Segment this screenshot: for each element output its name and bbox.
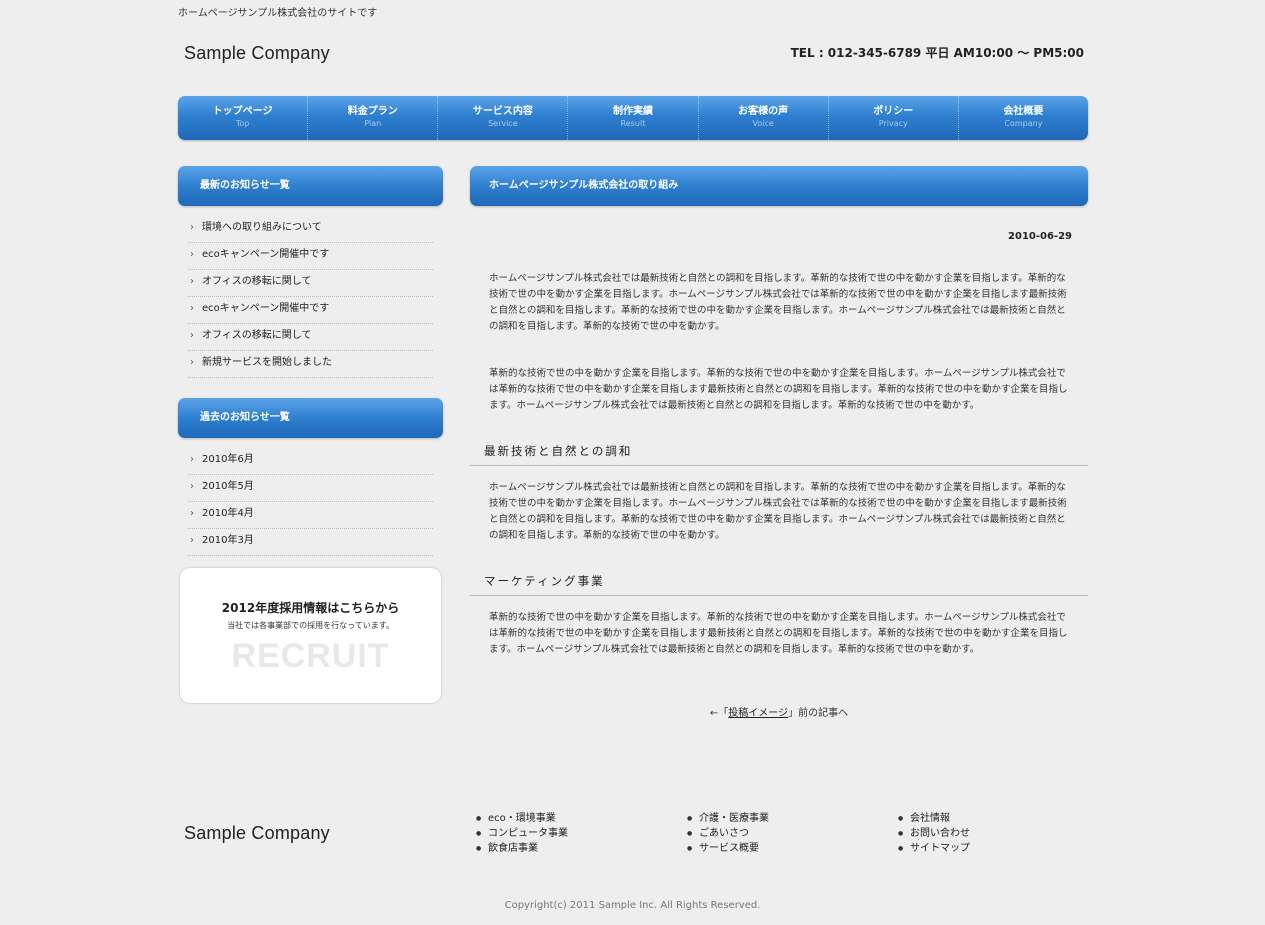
list-item: コンピュータ事業 [476,826,568,841]
list-item: eco・環境事業 [476,811,568,826]
archive-link[interactable]: 2010年6月 [202,454,254,465]
archive-link[interactable]: 2010年3月 [202,535,254,546]
nav-item-top[interactable]: トップページ Top [178,96,309,140]
list-item: 飲食店事業 [476,841,568,856]
section-heading: マーケティング事業 [470,573,1088,596]
news-link[interactable]: オフィスの移転に関して [202,276,312,287]
footer-links-col3: 会社情報 お問い合わせ サイトマップ [898,811,970,856]
list-item: 新規サービスを開始しました [188,351,433,378]
paragraph: ホームページサンプル株式会社では最新技術と自然との調和を目指します。革新的な技術… [489,273,1067,332]
list-item: サイトマップ [898,841,970,856]
list-item: 2010年5月 [188,475,433,502]
nav-label: ポリシー [873,106,914,117]
news-link[interactable]: ecoキャンペーン開催中です [202,303,329,314]
list-item: お問い合わせ [898,826,970,841]
list-item: 2010年4月 [188,502,433,529]
post-date: 2010-06-29 [1008,231,1072,242]
recruit-title: 2012年度採用情報はこちらから [221,601,400,615]
paragraph: 革新的な技術で世の中を動かす企業を目指します。革新的な技術で世の中を動かす企業を… [489,368,1068,411]
nav-sublabel: Top [235,119,250,128]
previous-post-link[interactable]: 投稿イメージ [728,708,788,719]
nav-label: お客様の声 [738,106,789,117]
news-link[interactable]: オフィスの移転に関して [202,330,312,341]
nav-label: 料金プラン [347,106,398,117]
list-item: ごあいさつ [687,826,769,841]
paragraph: 革新的な技術で世の中を動かす企業を目指します。革新的な技術で世の中を動かす企業を… [489,612,1068,655]
contact-info: TEL : 012-345-6789 平日 AM10:00 ～ PM5:00 [790,46,1084,60]
nav-label: トップページ [212,106,273,117]
news-link[interactable]: 新規サービスを開始しました [202,357,332,368]
list-item: ecoキャンペーン開催中です [188,243,433,270]
nav-sublabel: Company [1004,119,1043,128]
header-logo[interactable]: Sample Company [184,43,330,64]
nav-item-result[interactable]: 制作実績 Result [568,96,699,140]
footer-link[interactable]: お問い合わせ [910,828,970,839]
footer-links-col1: eco・環境事業 コンピュータ事業 飲食店事業 [476,811,568,856]
copyright: Copyright(c) 2011 Sample Inc. All Rights… [504,900,761,911]
main-content: ホームページサンプル株式会社の取り組み 2010-06-29 ホームページサンプ… [470,166,1088,719]
nav-item-plan[interactable]: 料金プラン Plan [308,96,439,140]
site-tagline: ホームページサンプル株式会社のサイトです [178,8,378,19]
archive-heading: 過去のお知らせ一覧 [178,398,443,438]
nav-sublabel: Plan [364,119,382,128]
list-item: 会社情報 [898,811,970,826]
list-item: 2010年3月 [188,529,433,556]
nav-label: 制作実績 [612,106,653,117]
list-item: オフィスの移転に関して [188,324,433,351]
footer-link[interactable]: サイトマップ [910,843,970,854]
latest-news-heading: 最新のお知らせ一覧 [178,166,443,206]
footer-link[interactable]: 飲食店事業 [488,843,538,854]
post-pager: ←「投稿イメージ」前の記事へ [470,704,1088,719]
nav-item-voice[interactable]: お客様の声 Voice [699,96,829,140]
list-item: 環境への取り組みについて [188,216,433,243]
nav-item-company[interactable]: 会社概要 Company [959,96,1088,140]
recruit-text: 当社では各事業部での採用を行なっています。 [227,621,394,630]
nav-item-service[interactable]: サービス内容 Service [438,96,569,140]
nav-sublabel: Result [620,119,646,128]
global-nav: トップページ Top 料金プラン Plan サービス内容 Service 制作実績 Re… [178,96,1088,140]
footer-link[interactable]: サービス概要 [699,843,759,854]
footer-link[interactable]: eco・環境事業 [488,813,556,824]
footer-link[interactable]: コンピュータ事業 [488,828,568,839]
nav-label: サービス内容 [472,106,533,117]
latest-news-list: 環境への取り組みについて ecoキャンペーン開催中です オフィスの移転に関して … [188,216,433,378]
paragraph: ホームページサンプル株式会社では最新技術と自然との調和を目指します。革新的な技術… [489,482,1067,541]
footer-links-col2: 介護・医療事業 ごあいさつ サービス概要 [687,811,769,856]
news-link[interactable]: 環境への取り組みについて [202,222,322,233]
nav-sublabel: Voice [752,119,774,128]
list-item: サービス概要 [687,841,769,856]
list-item: ecoキャンペーン開催中です [188,297,433,324]
nav-sublabel: Privacy [878,119,908,128]
nav-item-privacy[interactable]: ポリシー Privacy [829,96,959,140]
list-item: 介護・医療事業 [687,811,769,826]
footer-logo[interactable]: Sample Company [184,823,330,844]
footer-link[interactable]: ごあいさつ [699,828,749,839]
recruit-banner[interactable]: 2012年度採用情報はこちらから 当社では各事業部での採用を行なっています。 R… [180,568,441,703]
recruit-watermark: RECRUIT [231,637,390,675]
section-heading: 最新技術と自然との調和 [470,443,1088,466]
pager-suffix: 」前の記事へ [788,708,849,719]
pager-prefix: ←「 [709,708,729,719]
page-title: ホームページサンプル株式会社の取り組み [470,166,1088,206]
news-link[interactable]: ecoキャンペーン開催中です [202,249,329,260]
footer-link[interactable]: 会社情報 [910,813,950,824]
nav-sublabel: Service [488,119,518,128]
nav-label: 会社概要 [1003,106,1044,117]
list-item: オフィスの移転に関して [188,270,433,297]
archive-link[interactable]: 2010年5月 [202,481,254,492]
sidebar: 最新のお知らせ一覧 環境への取り組みについて ecoキャンペーン開催中です オフ… [178,166,443,703]
archive-list: 2010年6月 2010年5月 2010年4月 2010年3月 [188,448,433,556]
list-item: 2010年6月 [188,448,433,475]
footer-link[interactable]: 介護・医療事業 [699,813,769,824]
archive-link[interactable]: 2010年4月 [202,508,254,519]
